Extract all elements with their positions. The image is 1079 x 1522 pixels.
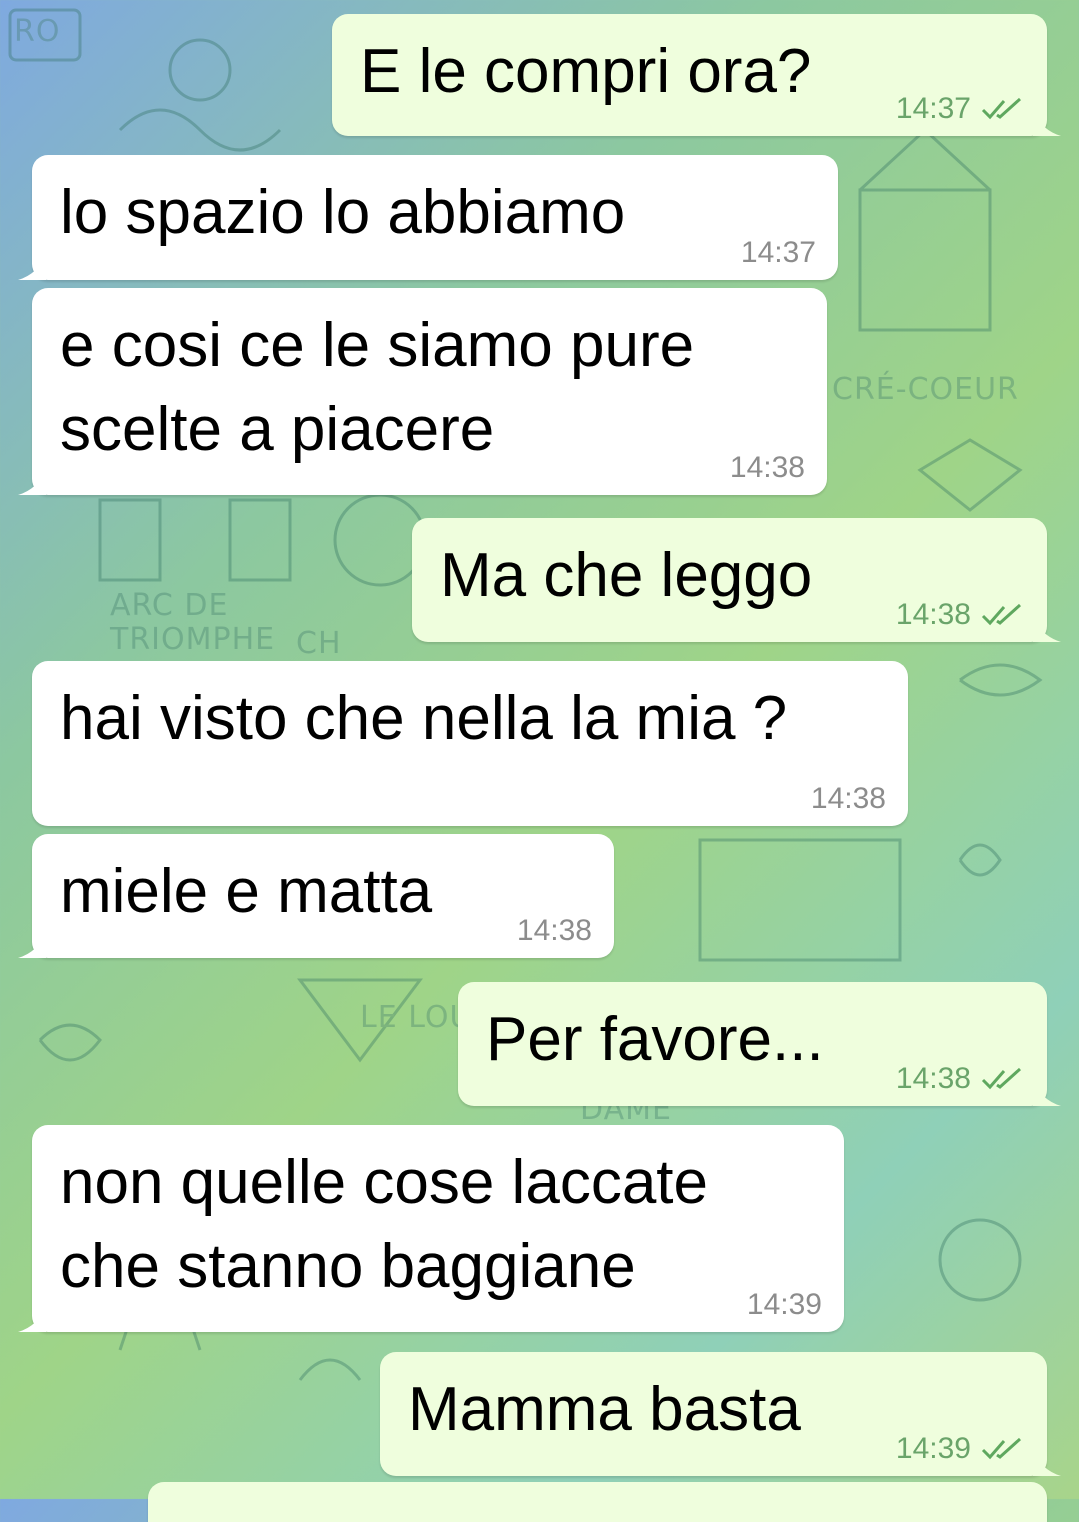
wallpaper-label: RO <box>14 14 61 49</box>
double-check-icon <box>981 1067 1022 1090</box>
message-bubble-outgoing[interactable]: E le compri ora? 14:37 <box>332 14 1061 136</box>
message-time: 14:37 <box>895 92 971 125</box>
message-meta: 14:38 <box>517 914 592 948</box>
message-bubble-outgoing[interactable]: Mamma basta 14:39 <box>380 1352 1061 1476</box>
message-meta: 14:38 <box>896 598 1025 632</box>
wallpaper-label: CH <box>296 626 342 661</box>
message-meta: 14:38 <box>730 451 805 485</box>
message-text: e cosi ce le siamo pure scelte a piacere <box>60 311 695 464</box>
message-meta: 14:39 <box>747 1288 822 1322</box>
message-time: 14:37 <box>740 236 816 269</box>
message-bubble-incoming[interactable]: lo spazio lo abbiamo 14:37 <box>18 155 838 280</box>
message-time: 14:39 <box>895 1432 971 1465</box>
message-bubble-partial[interactable] <box>148 1482 1047 1522</box>
message-meta: 14:38 <box>811 782 886 816</box>
message-bubble-outgoing[interactable]: Ma che leggo 14:38 <box>412 518 1061 642</box>
message-time: 14:38 <box>516 914 592 947</box>
double-check-icon <box>981 603 1022 626</box>
message-time: 14:38 <box>810 782 886 815</box>
bubble-tail <box>18 932 46 958</box>
wallpaper-label: CRÉ-COEUR <box>832 372 1019 407</box>
message-bubble-incoming[interactable]: miele e matta 14:38 <box>18 834 614 958</box>
double-check-icon <box>981 1437 1022 1460</box>
double-check-icon <box>981 97 1022 120</box>
bubble-tail <box>1033 1450 1061 1476</box>
message-text: lo spazio lo abbiamo <box>60 178 626 247</box>
bubble-tail <box>1033 1080 1061 1106</box>
message-bubble-incoming[interactable]: e cosi ce le siamo pure scelte a piacere… <box>18 288 827 495</box>
wallpaper-label: TRIOMPHE <box>110 622 276 657</box>
bubble-tail <box>1033 616 1061 642</box>
message-meta: 14:38 <box>896 1062 1025 1096</box>
message-time: 14:39 <box>746 1288 822 1321</box>
message-text: miele e matta <box>60 857 433 926</box>
message-time: 14:38 <box>729 451 805 484</box>
message-text: hai visto che nella la mia ? <box>60 684 788 753</box>
message-time: 14:38 <box>895 1062 971 1095</box>
message-text: non quelle cose laccate che stanno baggi… <box>60 1148 709 1301</box>
message-meta: 14:37 <box>896 92 1025 126</box>
bubble-tail <box>1033 110 1061 136</box>
message-meta: 14:39 <box>896 1432 1025 1466</box>
message-bubble-outgoing[interactable]: Per favore... 14:38 <box>458 982 1061 1106</box>
wallpaper-label: ARC DE <box>110 588 229 623</box>
message-time: 14:38 <box>895 598 971 631</box>
bubble-tail <box>18 469 46 495</box>
bubble-tail <box>18 254 46 280</box>
message-meta: 14:37 <box>741 236 816 270</box>
bubble-tail <box>18 1306 46 1332</box>
message-bubble-incoming[interactable]: hai visto che nella la mia ? 14:38 <box>32 661 908 826</box>
wallpaper-label: LE LOU <box>360 1000 473 1035</box>
message-bubble-incoming[interactable]: non quelle cose laccate che stanno baggi… <box>18 1125 844 1332</box>
